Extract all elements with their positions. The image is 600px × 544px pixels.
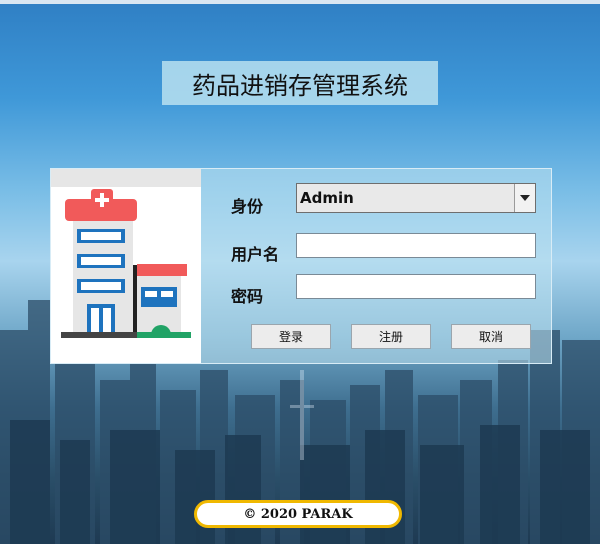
cancel-button[interactable]: 取消 <box>451 324 531 349</box>
identity-select[interactable]: Admin <box>296 183 536 213</box>
password-input[interactable] <box>296 274 536 299</box>
app-title: 药品进销存管理系统 <box>162 61 438 105</box>
login-button[interactable]: 登录 <box>251 324 331 349</box>
password-label: 密码 <box>231 287 264 306</box>
hospital-icon <box>61 189 191 338</box>
register-button[interactable]: 注册 <box>351 324 431 349</box>
username-label: 用户名 <box>231 245 280 264</box>
logo-area <box>51 169 201 363</box>
login-panel: 身份 Admin 用户名 密码 登录 注册 取消 <box>50 168 552 364</box>
chevron-down-icon[interactable] <box>514 184 535 212</box>
identity-value: Admin <box>300 189 354 207</box>
identity-label: 身份 <box>231 197 264 216</box>
username-input[interactable] <box>296 233 536 258</box>
copyright-badge: © 2020 PARAK <box>194 500 402 528</box>
